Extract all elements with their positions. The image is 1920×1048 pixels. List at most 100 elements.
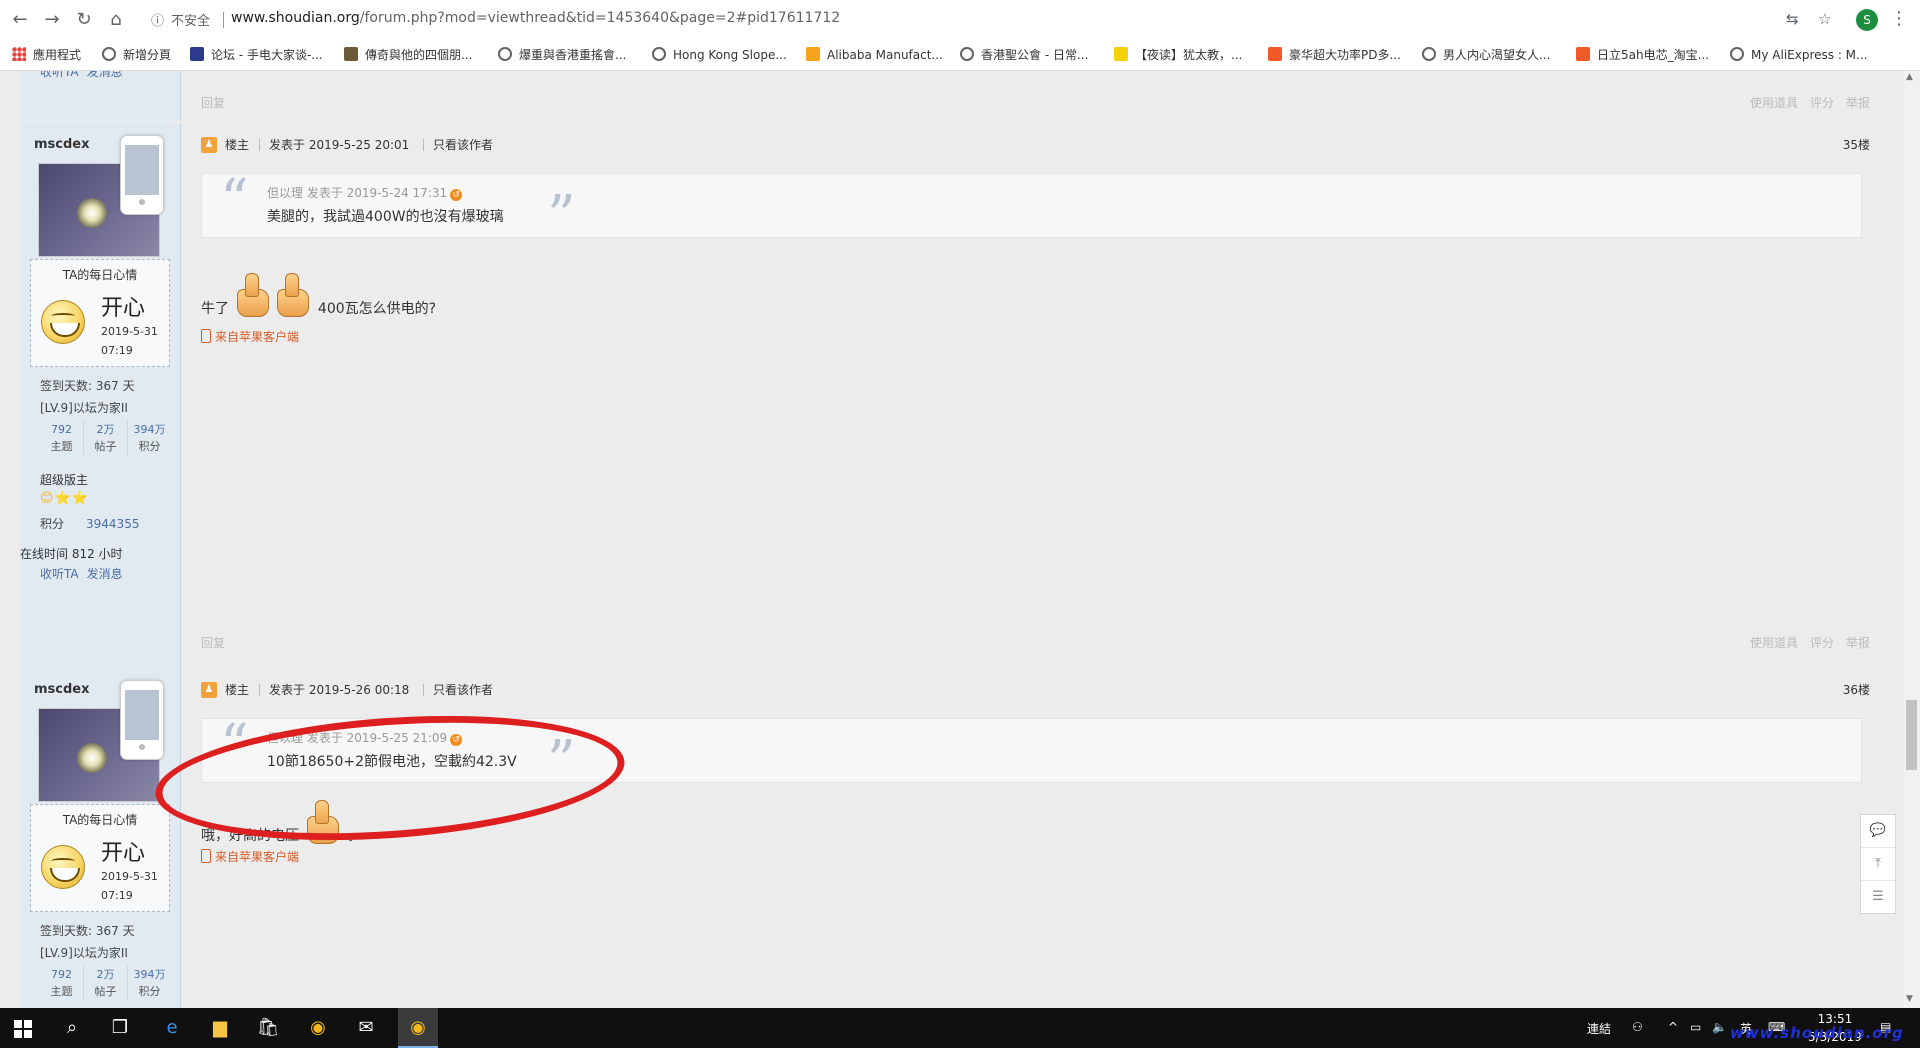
list-icon[interactable]: ☰ xyxy=(1861,881,1895,913)
bookmark-item[interactable]: 豪华超大功率PD多... xyxy=(1268,44,1401,66)
edge-icon[interactable]: e xyxy=(160,1016,184,1040)
bookmark-item[interactable]: 日立5ah电芯_淘宝... xyxy=(1576,44,1709,66)
menu-icon[interactable]: ⋮ xyxy=(1890,8,1908,29)
profile-avatar[interactable]: S xyxy=(1856,9,1878,31)
report-link[interactable]: 举报 xyxy=(1846,636,1870,650)
taobao-favicon-icon xyxy=(1268,47,1282,61)
reply-link[interactable]: 回复 xyxy=(201,628,225,658)
globe-icon xyxy=(1730,47,1744,61)
forward-icon[interactable]: → xyxy=(42,10,62,30)
quote-jump-icon[interactable]: ↺ xyxy=(450,189,463,201)
post-tools: 使用道具 评分 举报 xyxy=(1738,88,1870,118)
post-footer-prev: 回复 使用道具 评分 举报 xyxy=(181,71,1890,121)
scroll-up-icon[interactable]: ▲ xyxy=(1906,72,1913,82)
phone-icon xyxy=(201,849,211,863)
online-time: 在线时间 812 小时 xyxy=(20,547,123,561)
task-view-icon[interactable]: ❐ xyxy=(108,1016,132,1040)
tray-chevron-icon[interactable]: ^ xyxy=(1668,1020,1678,1034)
store-icon[interactable]: 🛍 xyxy=(256,1016,280,1040)
tools-link[interactable]: 使用道具 xyxy=(1750,636,1798,650)
site-watermark: www.shoudian.org xyxy=(1730,1024,1904,1042)
bookmark-item[interactable]: Hong Kong Slope... xyxy=(652,44,787,66)
bookmark-star-icon[interactable]: ☆ xyxy=(1818,10,1831,28)
stat-posts[interactable]: 2万 帖子 xyxy=(84,421,128,455)
mood-title: TA的每日心情 xyxy=(62,813,138,827)
page-scrollbar[interactable] xyxy=(1904,71,1920,1008)
author-actions[interactable]: 收听TA 发消息 xyxy=(40,71,131,80)
chrome-active-task[interactable]: ◉ xyxy=(398,1008,438,1048)
tools-link[interactable]: 使用道具 xyxy=(1750,96,1798,110)
mood-date: 2019-5-31 07:19 xyxy=(101,870,158,902)
volume-icon[interactable]: 🔈 xyxy=(1712,1020,1727,1034)
report-link[interactable]: 举报 xyxy=(1846,96,1870,110)
s-favicon-icon xyxy=(1114,47,1128,61)
op-icon: ♟ xyxy=(201,682,217,698)
bookmark-item[interactable]: 香港聖公會 - 日常... xyxy=(960,44,1088,66)
floating-toolbar: 💬 ⤒ ☰ xyxy=(1860,814,1896,914)
scroll-down-icon[interactable]: ▼ xyxy=(1906,994,1913,1004)
back-to-top-icon[interactable]: ⤒ xyxy=(1861,848,1895,881)
people-icon[interactable]: ⚇ xyxy=(1632,1020,1643,1034)
language-bar-label[interactable]: 連結 xyxy=(1587,1020,1611,1037)
rate-link[interactable]: 评分 xyxy=(1810,636,1834,650)
only-author-link[interactable]: 只看该作者 xyxy=(433,678,493,702)
network-icon[interactable]: ▭ xyxy=(1690,1020,1701,1034)
mail-icon[interactable]: ✉ xyxy=(354,1016,378,1040)
reload-icon[interactable]: ↻ xyxy=(74,10,94,30)
bookmark-item[interactable]: 【夜读】犹太教，... xyxy=(1114,44,1242,66)
bookmark-item[interactable]: Alibaba Manufact... xyxy=(806,44,943,66)
address-bar-row: ← → ↻ ⌂ ⓘ 不安全 www.shoudian.org/forum.php… xyxy=(0,0,1920,40)
user-level[interactable]: [LV.9]以坛为家II xyxy=(40,399,128,416)
only-author-link[interactable]: 只看该作者 xyxy=(433,133,493,157)
stat-points[interactable]: 394万 积分 xyxy=(128,421,171,455)
post-tools: 使用道具 评分 举报 xyxy=(1738,628,1870,658)
floor-number[interactable]: 35楼 xyxy=(1843,133,1870,157)
user-level[interactable]: [LV.9]以坛为家II xyxy=(40,944,128,961)
author-name[interactable]: mscdex xyxy=(34,137,90,152)
info-icon[interactable]: ⓘ xyxy=(151,10,164,29)
comment-icon[interactable]: 💬 xyxy=(1861,815,1895,848)
bookmark-apps[interactable]: 應用程式 xyxy=(12,44,81,66)
back-icon[interactable]: ← xyxy=(10,10,30,30)
bookmark-item[interactable]: My AliExpress : M... xyxy=(1730,44,1867,66)
mood-box: TA的每日心情 开心 2019-5-31 07:19 xyxy=(30,259,170,367)
apple-client-link[interactable]: 来自苹果客户端 xyxy=(201,328,299,345)
home-icon[interactable]: ⌂ xyxy=(106,10,126,30)
post-date: 发表于 2019-5-25 20:01 xyxy=(269,138,410,152)
url-text[interactable]: www.shoudian.org/forum.php?mod=viewthrea… xyxy=(231,10,840,26)
globe-icon xyxy=(498,47,512,61)
author-name[interactable]: mscdex xyxy=(34,682,90,697)
floor-number[interactable]: 36楼 xyxy=(1843,678,1870,702)
user-role[interactable]: 超级版主 xyxy=(40,471,88,488)
security-label[interactable]: 不安全 xyxy=(171,10,210,29)
author-column-spacer xyxy=(20,618,181,668)
reply-link[interactable]: 回复 xyxy=(201,88,225,118)
apple-client-link[interactable]: 来自苹果客户端 xyxy=(201,848,299,865)
chrome-icon[interactable]: ◉ xyxy=(306,1016,330,1040)
stat-threads[interactable]: 792 主题 xyxy=(40,966,84,1000)
translate-icon[interactable]: ⇆ xyxy=(1786,10,1799,28)
iphone-badge-icon xyxy=(120,680,164,760)
windows-start-icon[interactable] xyxy=(14,1020,32,1038)
bookmark-item[interactable]: 新增分頁 xyxy=(102,44,171,66)
file-explorer-icon[interactable]: ▆ xyxy=(208,1016,232,1040)
bookmark-item[interactable]: 傳奇與他的四個朋... xyxy=(344,44,472,66)
stat-posts[interactable]: 2万 帖子 xyxy=(84,966,128,1000)
scrollbar-thumb[interactable] xyxy=(1906,700,1917,770)
op-label: 楼主 xyxy=(225,683,250,697)
stat-points[interactable]: 394万 积分 xyxy=(128,966,171,1000)
url-field[interactable]: ⓘ 不安全 www.shoudian.org/forum.php?mod=vie… xyxy=(143,6,1823,34)
globe-icon xyxy=(102,47,116,61)
rate-link[interactable]: 评分 xyxy=(1810,96,1834,110)
bookmark-item[interactable]: 论坛 - 手电大家谈-... xyxy=(190,44,323,66)
post-35: ♟ 楼主 发表于 2019-5-25 20:01 只看该作者 35楼 “ 但以理… xyxy=(181,123,1890,618)
message-link[interactable]: 发消息 xyxy=(87,567,123,581)
mood-text: 开心 xyxy=(101,296,146,321)
checkin-days: 签到天数: 367 天 xyxy=(40,379,135,393)
search-icon[interactable]: ⌕ xyxy=(60,1016,84,1040)
reply-bar: 回复 使用道具 评分 举报 xyxy=(181,628,1870,658)
bookmark-item[interactable]: 爆重與香港重搖會... xyxy=(498,44,626,66)
follow-link[interactable]: 收听TA xyxy=(40,567,79,581)
bookmark-item[interactable]: 男人内心渴望女人... xyxy=(1422,44,1550,66)
stat-threads[interactable]: 792 主题 xyxy=(40,421,84,455)
